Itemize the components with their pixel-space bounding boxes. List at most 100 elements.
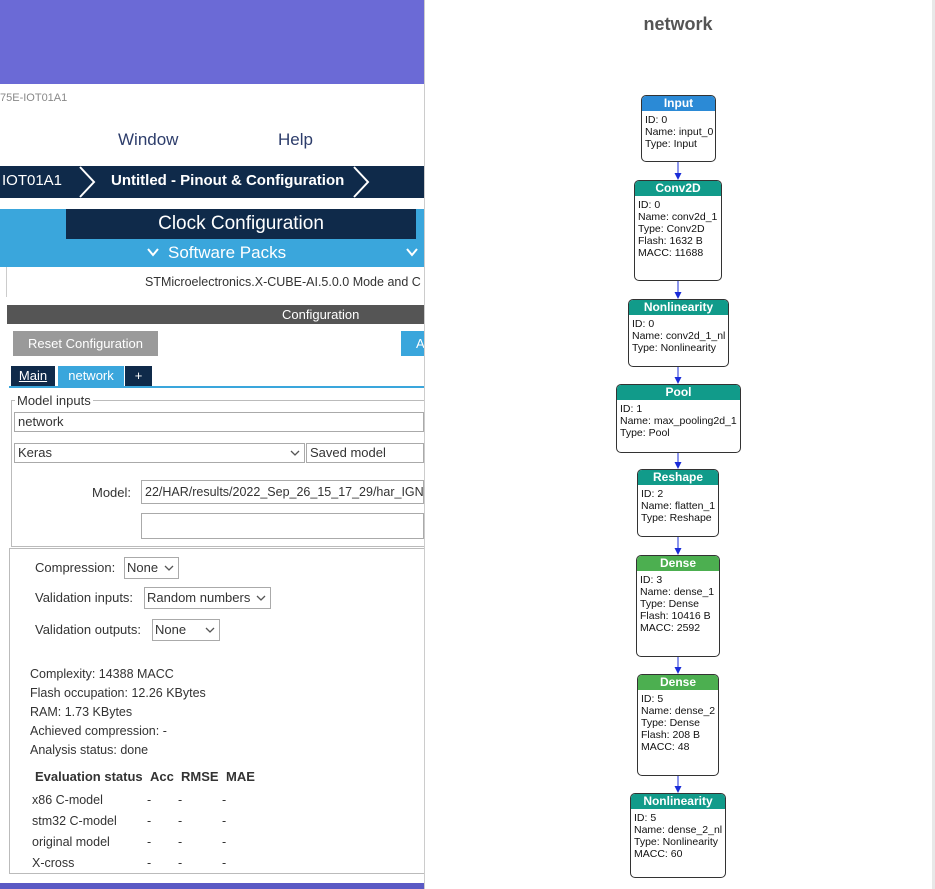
- validation-inputs-value: Random numbers: [147, 590, 251, 605]
- add-network-tab[interactable]: +: [125, 366, 152, 386]
- eval-cell-acc: -: [147, 793, 152, 807]
- graph-node-header: Input: [642, 96, 715, 111]
- validation-outputs-value: None: [155, 622, 187, 637]
- validation-inputs-select[interactable]: Random numbers: [144, 587, 271, 609]
- tab-clock-configuration[interactable]: Clock Configuration: [66, 209, 416, 239]
- graph-node-line: Flash: 1632 B: [638, 235, 703, 247]
- eval-header-mae: MAE: [226, 769, 255, 784]
- stat-analysis-status: Analysis status: done: [30, 743, 149, 757]
- model-type-select[interactable]: Saved model: [306, 443, 424, 463]
- chevron-down-icon[interactable]: [405, 246, 419, 258]
- graph-node-header: Dense: [638, 675, 718, 690]
- graph-node-line: ID: 0: [645, 114, 668, 126]
- validation-inputs-label: Validation inputs:: [35, 590, 134, 605]
- graph-node-line: ID: 0: [638, 199, 661, 211]
- graph-node-header: Reshape: [638, 470, 718, 485]
- graph-node-line: Name: dense_2: [641, 705, 716, 717]
- eval-row-name: X-cross: [32, 856, 75, 870]
- eval-cell-mae: -: [222, 856, 227, 870]
- graph-node-nonlinearity[interactable]: Nonlinearity ID: 5 Name: dense_2_nl Type: N…: [630, 793, 726, 878]
- compression-select[interactable]: None: [124, 557, 179, 579]
- chevron-down-icon: [205, 627, 215, 633]
- graph-edge-arrow-icon: [674, 462, 682, 469]
- menu-window[interactable]: Window: [118, 130, 178, 150]
- stat-compression: Achieved compression: -: [30, 724, 167, 738]
- breadcrumb-project[interactable]: Untitled - Pinout & Configuration: [111, 172, 344, 189]
- graph-node-dense[interactable]: Dense ID: 5 Name: dense_2 Type: Dense Flash:…: [637, 674, 719, 776]
- graph-node-line: Flash: 10416 B: [640, 610, 711, 622]
- compression-value: None: [127, 560, 159, 575]
- stat-ram: RAM: 1.73 KBytes: [30, 705, 133, 719]
- graph-node-line: Name: dense_1: [640, 586, 715, 598]
- graph-node-header: Dense: [637, 556, 719, 571]
- add-button[interactable]: A: [401, 331, 425, 356]
- graph-edge-arrow-icon: [674, 548, 682, 555]
- mode-and-configuration-title: STMicroelectronics.X-CUBE-AI.5.0.0 Mode …: [145, 275, 421, 289]
- stat-flash: Flash occupation: 12.26 KBytes: [30, 686, 206, 700]
- graph-edge-arrow-icon: [674, 292, 682, 299]
- graph-node-line: Name: conv2d_1: [638, 211, 718, 223]
- graph-node-line: Type: Input: [645, 138, 697, 150]
- eval-cell-rmse: -: [178, 856, 183, 870]
- graph-node-line: ID: 5: [641, 693, 664, 705]
- graph-node-line: Type: Conv2D: [638, 223, 705, 235]
- graph-edge-arrow-icon: [674, 667, 682, 674]
- eval-cell-mae: -: [222, 814, 227, 828]
- eval-row-name: stm32 C-model: [32, 814, 117, 828]
- graph-node-line: ID: 3: [640, 574, 663, 586]
- model-path-input[interactable]: 22/HAR/results/2022_Sep_26_15_17_29/har_…: [141, 480, 424, 504]
- model-extra-input[interactable]: [141, 513, 424, 539]
- graph-node-pool[interactable]: Pool ID: 1 Name: max_pooling2d_1 Type: Pool: [616, 384, 741, 453]
- validation-outputs-label: Validation outputs:: [35, 622, 141, 637]
- graph-node-line: Type: Nonlinearity: [632, 342, 717, 354]
- graph-node-line: ID: 5: [634, 812, 657, 824]
- graph-node-line: MACC: 48: [641, 741, 690, 753]
- software-packs-label: Software Packs: [168, 243, 287, 262]
- graph-node-header: Pool: [617, 385, 740, 400]
- graph-node-line: Name: conv2d_1_nl: [632, 330, 726, 342]
- eval-cell-mae: -: [222, 835, 227, 849]
- graph-node-reshape[interactable]: Reshape ID: 2 Name: flatten_1 Type: Reshape: [637, 469, 719, 537]
- tabs-underline: [9, 386, 424, 388]
- graph-node-input[interactable]: Input ID: 0 Name: input_0 Type: Input: [641, 95, 716, 162]
- tab-main[interactable]: Main: [11, 366, 55, 386]
- graph-node-line: Flash: 208 B: [641, 729, 700, 741]
- breadcrumb-board[interactable]: IOT01A1: [2, 172, 62, 189]
- graph-node-line: Name: flatten_1: [641, 500, 716, 512]
- eval-row-name: original model: [32, 835, 110, 849]
- graph-node-header: Nonlinearity: [629, 300, 728, 315]
- graph-node-line: Type: Reshape: [641, 512, 712, 524]
- framework-select[interactable]: Keras: [14, 443, 305, 463]
- validation-outputs-select[interactable]: None: [152, 619, 220, 641]
- graph-node-line: Name: input_0: [645, 126, 714, 138]
- graph-node-nonlinearity[interactable]: Nonlinearity ID: 0 Name: conv2d_1_nl Type: …: [628, 299, 729, 367]
- model-inputs-legend: Model inputs: [15, 393, 93, 408]
- graph-edge-arrow-icon: [674, 173, 682, 180]
- eval-header-status: Evaluation status: [35, 769, 143, 784]
- eval-cell-mae: -: [222, 793, 227, 807]
- graph-node-header: Nonlinearity: [631, 794, 725, 809]
- chevron-down-icon: [290, 450, 300, 456]
- graph-node-conv2d[interactable]: Conv2D ID: 0 Name: conv2d_1 Type: Conv2D Fla…: [634, 180, 722, 281]
- tab-network[interactable]: network: [58, 366, 124, 386]
- window-title: 75E-IOT01A1: [0, 92, 68, 104]
- configuration-title: Configuration: [282, 307, 360, 322]
- reset-configuration-button[interactable]: Reset Configuration: [13, 331, 158, 356]
- graph-node-line: ID: 0: [632, 318, 655, 330]
- graph-node-dense[interactable]: Dense ID: 3 Name: dense_1 Type: Dense Flash:…: [636, 555, 720, 657]
- eval-cell-rmse: -: [178, 793, 183, 807]
- graph-node-line: Type: Pool: [620, 427, 670, 439]
- eval-cell-acc: -: [147, 835, 152, 849]
- network-name-input[interactable]: network: [14, 412, 424, 432]
- graph-node-line: ID: 2: [641, 488, 664, 500]
- graph-node-line: Name: dense_2_nl: [634, 824, 723, 836]
- graph-node-line: MACC: 60: [634, 848, 683, 860]
- graph-node-line: Name: max_pooling2d_1: [620, 415, 737, 427]
- eval-cell-rmse: -: [178, 835, 183, 849]
- graph-node-header: Conv2D: [635, 181, 721, 196]
- graph-node-line: MACC: 2592: [640, 622, 701, 634]
- breadcrumb-chevron-icon: [79, 166, 96, 198]
- menu-help[interactable]: Help: [278, 130, 313, 150]
- eval-cell-acc: -: [147, 856, 152, 870]
- model-label: Model:: [92, 485, 132, 500]
